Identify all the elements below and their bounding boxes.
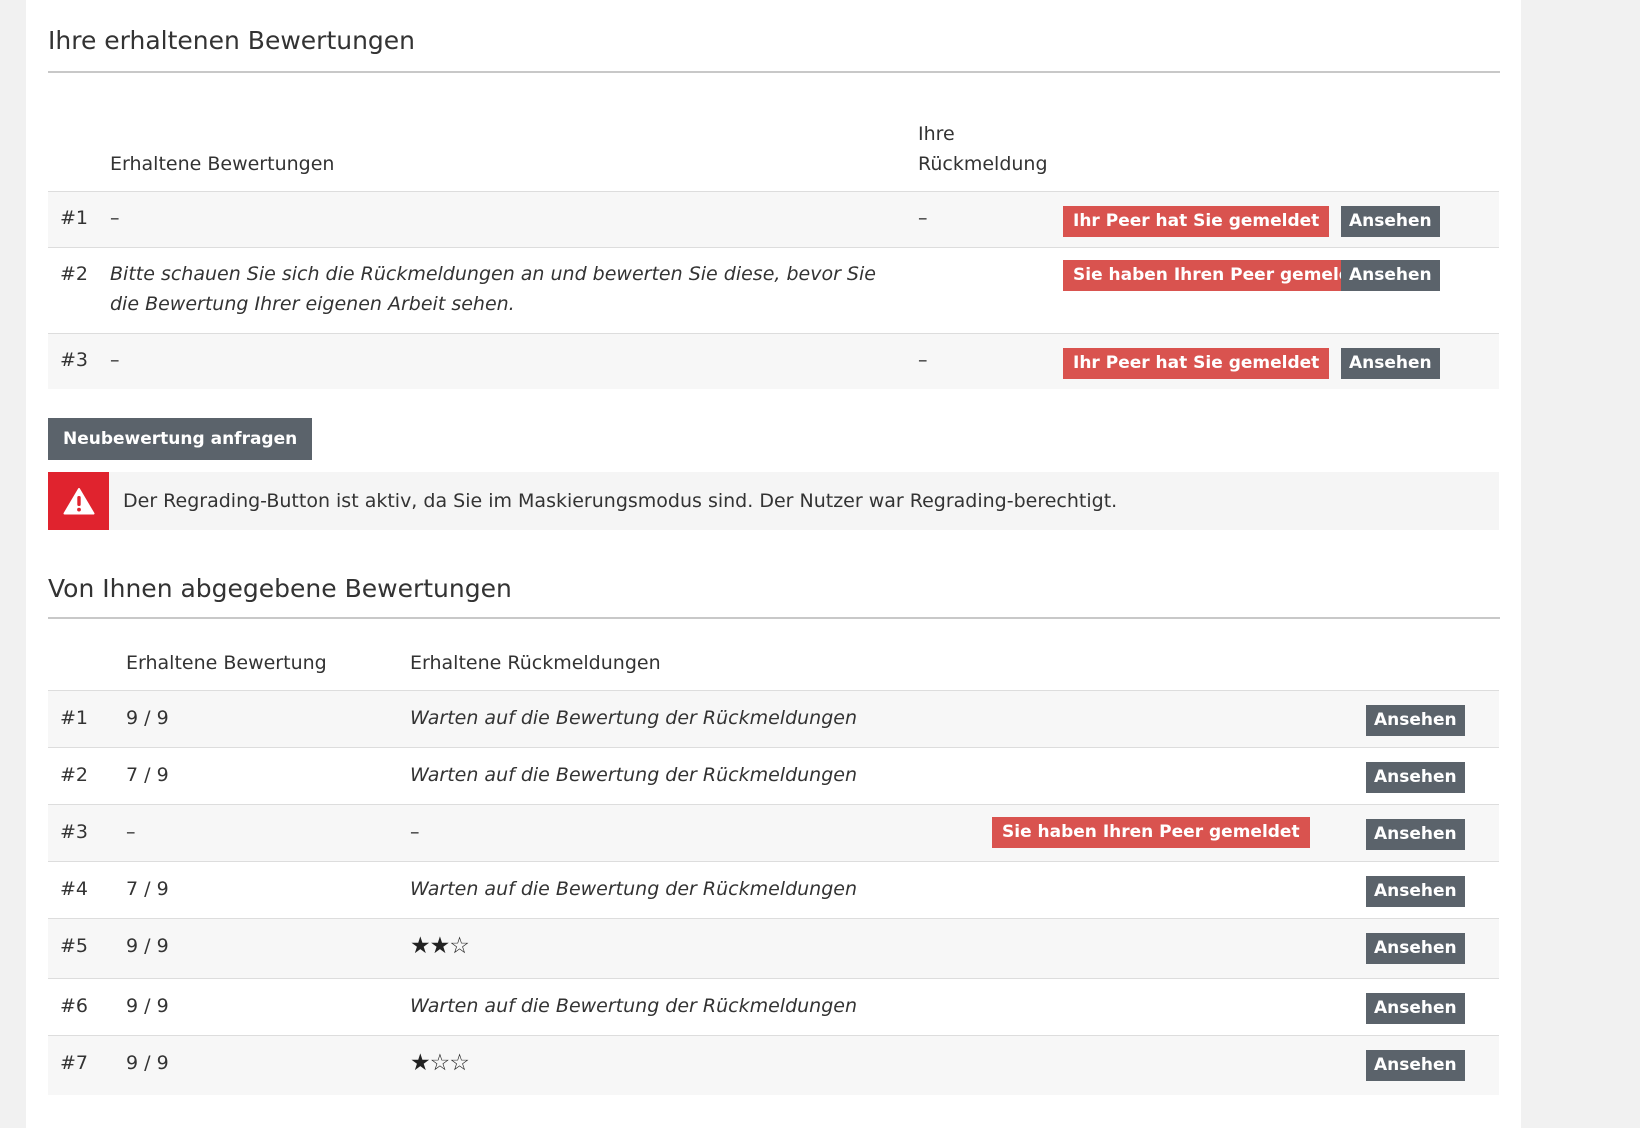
view-button[interactable]: Ansehen bbox=[1366, 705, 1465, 736]
grade-value: – bbox=[126, 821, 136, 843]
star-rating-icon: ★☆☆ bbox=[410, 1050, 470, 1076]
table-row: #2 Bitte schauen Sie sich die Rückmeldun… bbox=[48, 247, 1499, 333]
request-regrade-button[interactable]: Neubewertung anfragen bbox=[48, 417, 313, 460]
feedback-text: – bbox=[918, 348, 928, 371]
review-text: – bbox=[110, 348, 120, 371]
col-header-reviews: Erhaltene Bewertungen bbox=[110, 152, 335, 175]
feedback-text: Warten auf die Bewertung der Rückmeldung… bbox=[410, 764, 858, 786]
given-reviews-title: Von Ihnen abgegebene Bewertungen bbox=[48, 574, 1500, 619]
view-button[interactable]: Ansehen bbox=[1366, 762, 1465, 793]
grade-value: 9 / 9 bbox=[126, 935, 169, 957]
view-button[interactable]: Ansehen bbox=[1366, 933, 1465, 964]
row-number: #2 bbox=[60, 262, 89, 285]
table-row: #6 9 / 9 Warten auf die Bewertung der Rü… bbox=[48, 978, 1499, 1036]
col-header-feedback: Ihre Rückmeldung bbox=[918, 122, 1048, 175]
table-row: #4 7 / 9 Warten auf die Bewertung der Rü… bbox=[48, 861, 1499, 919]
grade-value: 7 / 9 bbox=[126, 878, 169, 900]
grade-value: 7 / 9 bbox=[126, 764, 169, 786]
table-row: #5 9 / 9 ★★☆ Ansehen bbox=[48, 918, 1499, 979]
col-header-grade: Erhaltene Bewertung bbox=[126, 652, 327, 674]
feedback-text: Warten auf die Bewertung der Rückmeldung… bbox=[410, 878, 858, 900]
status-badge: Ihr Peer hat Sie gemeldet bbox=[1063, 347, 1330, 379]
status-badge: Sie haben Ihren Peer gemeldet bbox=[1063, 259, 1381, 291]
grade-value: 9 / 9 bbox=[126, 707, 169, 729]
given-reviews-table: Erhaltene Bewertung Erhaltene Rückmeldun… bbox=[48, 635, 1499, 1095]
feedback-text: Warten auf die Bewertung der Rückmeldung… bbox=[410, 995, 858, 1017]
grade-value: 9 / 9 bbox=[126, 995, 169, 1017]
view-button[interactable]: Ansehen bbox=[1366, 993, 1465, 1024]
row-number: #3 bbox=[60, 348, 89, 371]
received-reviews-title: Ihre erhaltenen Bewertungen bbox=[48, 26, 1500, 73]
table-header-row: Erhaltene Bewertung Erhaltene Rückmeldun… bbox=[48, 635, 1499, 691]
star-rating-icon: ★★☆ bbox=[410, 933, 470, 959]
view-button[interactable]: Ansehen bbox=[1366, 876, 1465, 907]
row-number: #1 bbox=[60, 206, 89, 229]
row-number: #5 bbox=[60, 935, 89, 957]
row-number: #7 bbox=[60, 1052, 89, 1074]
received-reviews-table: Erhaltene Bewertungen Ihre Rückmeldung #… bbox=[48, 95, 1499, 389]
row-number: #2 bbox=[60, 764, 89, 786]
table-row: #2 7 / 9 Warten auf die Bewertung der Rü… bbox=[48, 747, 1499, 805]
table-row: #7 9 / 9 ★☆☆ Ansehen bbox=[48, 1035, 1499, 1095]
feedback-text: – bbox=[918, 206, 928, 229]
regrade-alert: Der Regrading-Button ist aktiv, da Sie i… bbox=[48, 471, 1499, 530]
feedback-text: – bbox=[410, 821, 420, 843]
status-badge: Sie haben Ihren Peer gemeldet bbox=[992, 817, 1310, 848]
review-text: – bbox=[110, 206, 120, 229]
row-number: #1 bbox=[60, 707, 89, 729]
view-button[interactable]: Ansehen bbox=[1341, 259, 1440, 291]
row-number: #3 bbox=[60, 821, 89, 843]
feedback-text bbox=[918, 247, 1063, 333]
status-badge: Ihr Peer hat Sie gemeldet bbox=[1063, 205, 1330, 237]
table-row: #1 9 / 9 Warten auf die Bewertung der Rü… bbox=[48, 690, 1499, 748]
feedback-text: Warten auf die Bewertung der Rückmeldung… bbox=[410, 707, 858, 729]
view-button[interactable]: Ansehen bbox=[1366, 819, 1465, 850]
warning-triangle-icon bbox=[48, 471, 109, 530]
table-row: #3 – – Sie haben Ihren Peer gemeldet Ans… bbox=[48, 804, 1499, 862]
row-number: #6 bbox=[60, 995, 89, 1017]
grade-value: 9 / 9 bbox=[126, 1052, 169, 1074]
review-text: Bitte schauen Sie sich die Rückmeldungen… bbox=[110, 262, 876, 315]
col-header-feedback: Erhaltene Rückmeldungen bbox=[410, 652, 661, 674]
view-button[interactable]: Ansehen bbox=[1366, 1050, 1465, 1081]
row-number: #4 bbox=[60, 878, 89, 900]
view-button[interactable]: Ansehen bbox=[1341, 347, 1440, 379]
table-row: #3 – – Ihr Peer hat Sie gemeldet Ansehen bbox=[48, 333, 1499, 389]
view-button[interactable]: Ansehen bbox=[1341, 205, 1440, 237]
table-header-row: Erhaltene Bewertungen Ihre Rückmeldung bbox=[48, 95, 1499, 191]
table-row: #1 – – Ihr Peer hat Sie gemeldet Ansehen bbox=[48, 191, 1499, 247]
alert-message: Der Regrading-Button ist aktiv, da Sie i… bbox=[123, 489, 1118, 512]
content-panel: Ihre erhaltenen Bewertungen Erhaltene Be… bbox=[26, 0, 1521, 1128]
